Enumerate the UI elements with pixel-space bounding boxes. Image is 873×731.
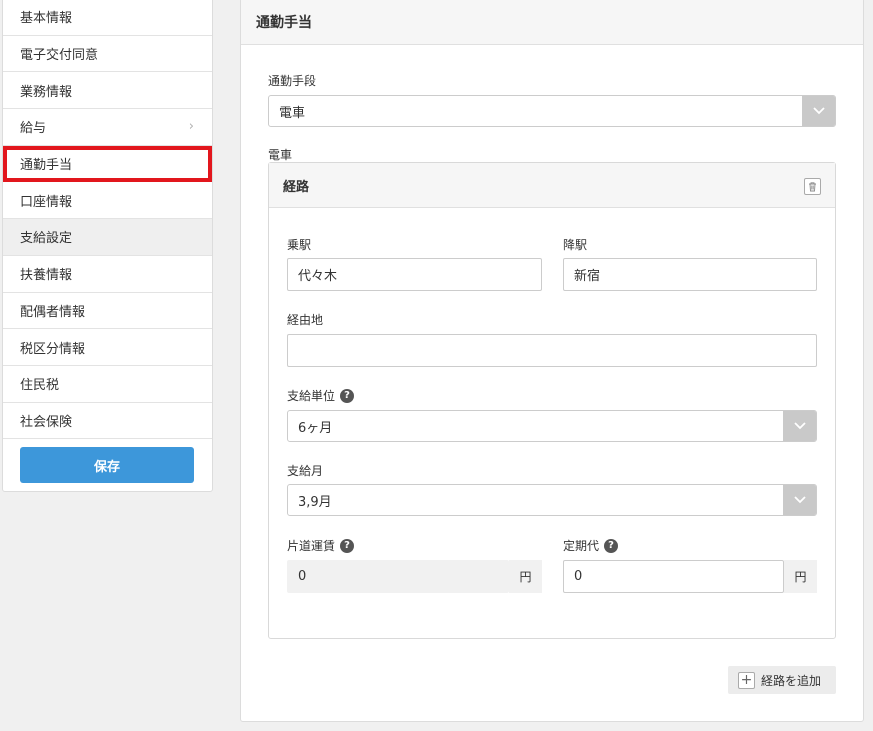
chevron-right-icon: › [188,118,194,134]
oneway-fare-unit: 円 [509,560,542,593]
sidebar-item[interactable]: 業務情報 [3,72,212,110]
sidebar-item-label: 口座情報 [20,194,73,210]
board-station-label: 乗駅 [287,238,312,252]
sidebar-item-label: 支給設定 [20,231,73,247]
pay-unit-label: 支給単位 ? [287,387,355,404]
sidebar-item[interactable]: 通勤手当 [3,145,212,183]
sidebar-item[interactable]: 基本情報 [3,0,212,36]
alight-station-input[interactable]: 新宿 [563,258,817,291]
sidebar: 基本情報電子交付同意 業務情報給与 › 通勤手当口座情報支給設定扶養情報配偶者情報税区… [2,0,213,492]
board-station-input[interactable]: 代々木 [287,258,542,291]
sidebar-nav: 基本情報電子交付同意 業務情報給与 › 通勤手当口座情報支給設定扶養情報配偶者情報税区… [3,0,212,440]
sidebar-item-label: 基本情報 [20,11,73,27]
sidebar-item[interactable]: 配偶者情報 [3,293,212,330]
pass-fare-unit: 円 [784,560,817,593]
pass-fare-input[interactable]: 0 [563,560,784,593]
help-icon[interactable]: ? [604,538,619,553]
route-title: 経路 [283,179,310,195]
save-button[interactable]: 保存 [20,447,194,483]
pay-month-select[interactable]: 3,9月 [287,484,817,516]
transport-select[interactable]: 電車 [268,95,836,127]
sidebar-item[interactable]: 支給設定 [3,219,212,256]
sidebar-item[interactable]: 税区分情報 [3,329,212,366]
pay-unit-label-text: 支給単位 [287,389,336,403]
pass-fare-label: 定期代 ? [563,537,619,554]
sidebar-item-label: 業務情報 [20,84,73,100]
sidebar-item-label: 給与 [20,121,47,137]
trash-icon[interactable] [804,178,821,195]
via-label: 経由地 [287,313,324,327]
sidebar-item[interactable]: 電子交付同意 [3,36,212,73]
chevron-down-icon[interactable] [802,96,835,126]
chevron-down-icon[interactable] [783,411,816,441]
alight-station-label: 降駅 [563,238,588,252]
plus-icon: + [738,671,755,689]
sidebar-item[interactable]: 社会保険 [3,403,212,440]
oneway-fare-label: 片道運賃 ? [287,537,355,554]
transport-value: 電車 [279,105,306,121]
pay-month-value: 3,9月 [298,494,332,510]
sidebar-item-label: 配偶者情報 [20,304,86,320]
transport-label: 通勤手段 [268,74,317,88]
pay-unit-select[interactable]: 6ヶ月 [287,410,817,442]
sidebar-item-label: 電子交付同意 [20,48,99,64]
oneway-fare-input: 0 [287,560,509,593]
add-route-label: 経路を追加 [761,673,822,688]
help-icon[interactable]: ? [340,538,355,553]
add-route-button[interactable]: + 経路を追加 [728,666,836,694]
pay-month-label: 支給月 [287,464,324,478]
sidebar-item-label: 住民税 [20,378,60,394]
sidebar-item[interactable]: 口座情報 [3,182,212,220]
via-input[interactable] [287,334,817,367]
sidebar-item[interactable]: 給与 › [3,109,212,146]
page-title: 通勤手当 [241,0,863,45]
oneway-fare-label-text: 片道運賃 [287,539,336,553]
chevron-down-icon[interactable] [783,485,816,515]
sidebar-item-label: 扶養情報 [20,268,73,284]
section-label: 電車 [268,148,293,162]
sidebar-item[interactable]: 住民税 [3,366,212,403]
sidebar-item-label: 税区分情報 [20,341,86,357]
pay-unit-value: 6ヶ月 [298,420,333,436]
sidebar-item[interactable]: 扶養情報 [3,256,212,293]
help-icon[interactable]: ? [340,388,355,403]
pass-fare-label-text: 定期代 [563,539,600,553]
sidebar-item-label: 社会保険 [20,414,73,430]
sidebar-item-label: 通勤手当 [20,158,73,174]
